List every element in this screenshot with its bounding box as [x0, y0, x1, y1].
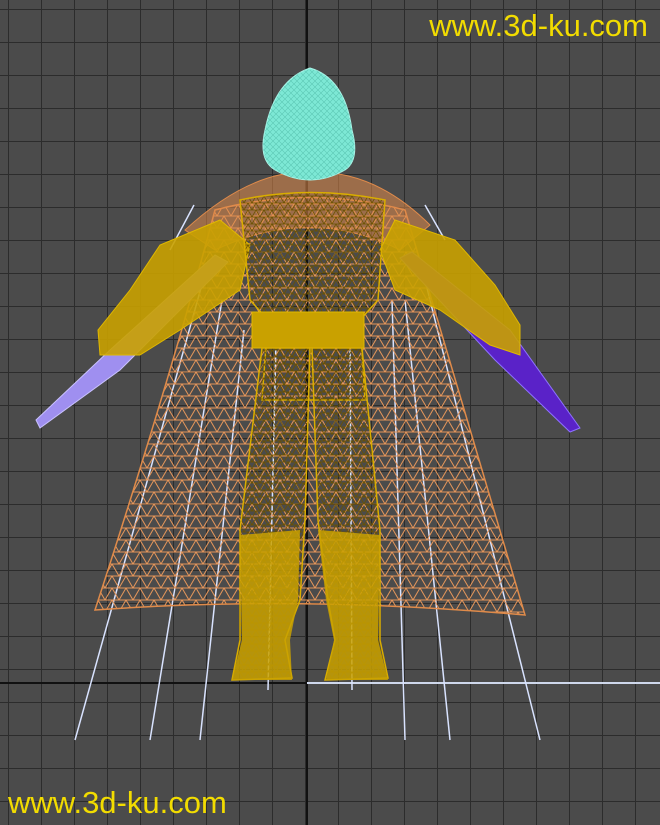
watermark-bottom-left: www.3d-ku.com — [8, 785, 227, 820]
hood-mesh-lines — [262, 70, 355, 180]
wireframe-scene[interactable] — [0, 0, 660, 825]
watermark-top-right: www.3d-ku.com — [429, 8, 648, 43]
left-boot — [232, 530, 300, 680]
belt-mesh[interactable] — [251, 311, 365, 349]
right-boot — [318, 530, 388, 680]
3d-viewport[interactable]: www.3d-ku.com www.3d-ku.com — [0, 0, 660, 825]
